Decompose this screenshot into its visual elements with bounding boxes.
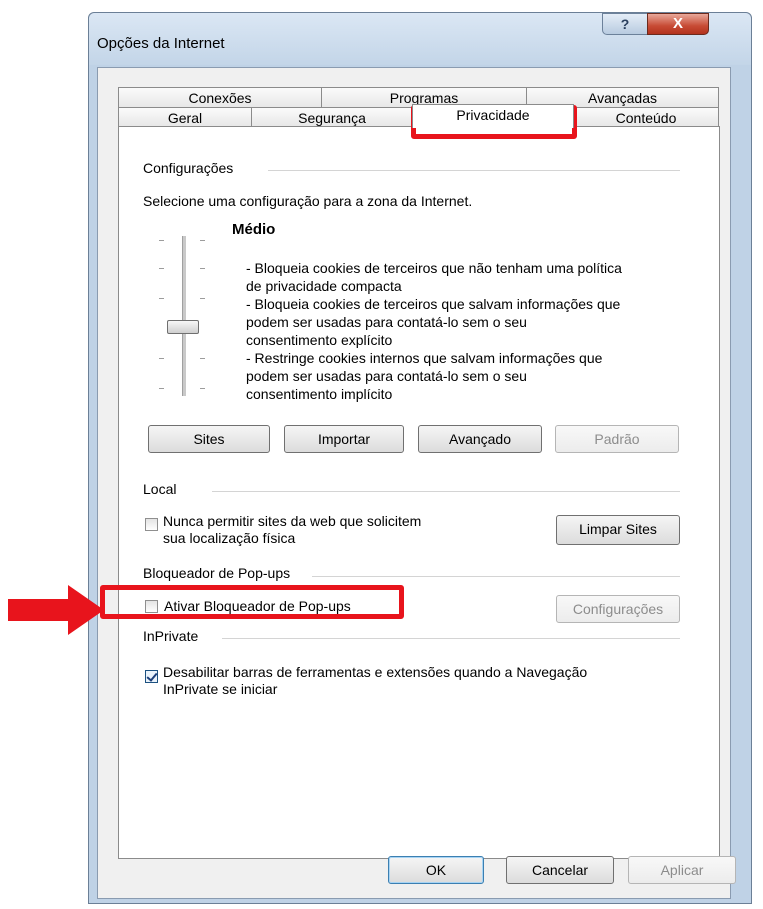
- title-bar[interactable]: Opções da Internet ? X: [89, 13, 751, 65]
- sites-button[interactable]: Sites: [148, 425, 270, 453]
- import-button[interactable]: Importar: [284, 425, 404, 453]
- local-section-label: Local: [143, 481, 177, 497]
- slider-tick: [159, 298, 164, 299]
- default-button: Padrão: [555, 425, 679, 453]
- description-line: consentimento explícito: [246, 332, 393, 348]
- slider-tick: [159, 388, 164, 389]
- advanced-button[interactable]: Avançado: [418, 425, 542, 453]
- privacy-level-title: Médio: [232, 221, 276, 238]
- zone-instruction: Selecione uma configuração para a zona d…: [143, 193, 473, 209]
- popup-settings-button: Configurações: [556, 595, 680, 623]
- slider-tick: [200, 358, 205, 359]
- highlight-popup-blocker: [100, 585, 404, 619]
- tab-seguranca[interactable]: Segurança: [251, 107, 413, 127]
- popup-blocker-section-label: Bloqueador de Pop-ups: [143, 565, 291, 581]
- checkbox-label-line: Desabilitar barras de ferramentas e exte…: [163, 664, 588, 680]
- inprivate-separator: [222, 638, 680, 639]
- slider-tick: [200, 388, 205, 389]
- checkbox-label-line: InPrivate se iniciar: [163, 681, 278, 697]
- tab-conexoes[interactable]: Conexões: [118, 87, 322, 109]
- description-line: de privacidade compacta: [246, 278, 402, 294]
- slider-tick: [159, 358, 164, 359]
- popup-separator: [312, 576, 680, 577]
- apply-button: Aplicar: [628, 856, 736, 884]
- slider-tick: [200, 268, 205, 269]
- description-line: podem ser usadas para contatá-lo sem o s…: [246, 314, 527, 330]
- description-line: consentimento implícito: [246, 386, 393, 402]
- disable-toolbars-inprivate-checkbox[interactable]: [145, 670, 158, 683]
- help-button[interactable]: ?: [602, 13, 648, 35]
- slider-tick: [159, 268, 164, 269]
- cancel-button[interactable]: Cancelar: [506, 856, 614, 884]
- never-allow-location-checkbox[interactable]: [145, 518, 158, 531]
- privacy-panel: [118, 126, 720, 859]
- tab-geral[interactable]: Geral: [118, 107, 252, 127]
- checkbox-label-line: Nunca permitir sites da web que solicite…: [163, 513, 422, 529]
- settings-section-label: Configurações: [143, 160, 234, 176]
- disable-toolbars-inprivate-label[interactable]: Desabilitar barras de ferramentas e exte…: [163, 664, 587, 698]
- close-button[interactable]: X: [647, 13, 709, 35]
- clear-sites-button[interactable]: Limpar Sites: [556, 515, 680, 545]
- slider-tick: [200, 298, 205, 299]
- tab-conteudo[interactable]: Conteúdo: [573, 107, 719, 127]
- privacy-level-description: - Bloqueia cookies de terceiros que não …: [246, 259, 622, 403]
- slider-track[interactable]: [182, 236, 186, 396]
- slider-tick: [200, 240, 205, 241]
- description-line: - Bloqueia cookies de terceiros que salv…: [246, 296, 621, 312]
- ok-button[interactable]: OK: [388, 856, 484, 884]
- inprivate-section-label: InPrivate: [143, 628, 199, 644]
- description-line: - Restringe cookies internos que salvam …: [246, 350, 603, 366]
- slider-tick: [159, 240, 164, 241]
- description-line: podem ser usadas para contatá-lo sem o s…: [246, 368, 527, 384]
- checkbox-label-line: sua localização física: [163, 530, 296, 546]
- description-line: - Bloqueia cookies de terceiros que não …: [246, 260, 622, 276]
- window-title: Opções da Internet: [97, 35, 225, 52]
- tab-privacidade[interactable]: Privacidade: [412, 104, 574, 128]
- red-arrow-icon: [8, 585, 104, 635]
- never-allow-location-label[interactable]: Nunca permitir sites da web que solicite…: [163, 513, 421, 547]
- settings-separator: [268, 170, 680, 171]
- slider-thumb[interactable]: [167, 320, 199, 334]
- local-separator: [212, 491, 680, 492]
